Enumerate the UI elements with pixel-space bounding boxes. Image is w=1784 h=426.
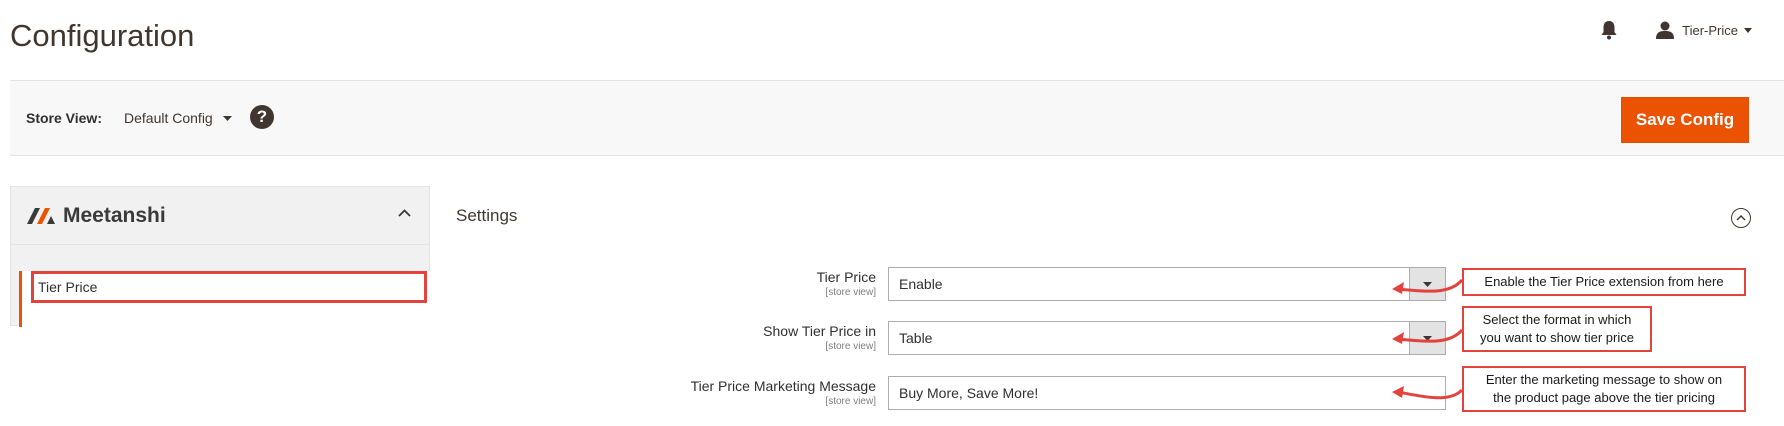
field-label: Show Tier Price in (763, 323, 876, 339)
help-icon[interactable]: ? (250, 105, 274, 129)
store-view-switcher[interactable]: Default Config (124, 110, 232, 126)
field-label-show-tier-price-in: Show Tier Price in [store view] (763, 323, 876, 352)
annotation-text: Select the format in which (1482, 312, 1632, 327)
select-value: Table (899, 330, 933, 346)
annotation-arrow-icon (1392, 386, 1464, 400)
annotation-text: Enter the marketing message to show on (1485, 372, 1723, 387)
annotation-text: you want to show tier price (1480, 330, 1634, 345)
scope-label: [store view] (825, 287, 876, 298)
store-view-label: Store View: (26, 110, 102, 126)
annotation-callout: Enable the Tier Price extension from her… (1462, 268, 1746, 296)
collapse-toggle-icon[interactable] (1731, 208, 1751, 228)
chevron-up-icon[interactable] (398, 209, 411, 217)
field-label-marketing-message: Tier Price Marketing Message [store view… (691, 378, 876, 407)
brand-name: Meetanshi (63, 203, 166, 227)
sidebar-section-header[interactable]: Meetanshi (11, 187, 429, 245)
user-icon (1656, 21, 1675, 39)
sidebar-item-tier-price[interactable]: Tier Price (19, 271, 431, 327)
header-actions: Tier-Price (1600, 20, 1760, 40)
annotation-callout: Select the format in which you want to s… (1462, 306, 1652, 352)
store-view-bar: Store View: Default Config ? Save Config (10, 80, 1784, 156)
field-label: Tier Price (816, 269, 876, 285)
store-view-value: Default Config (124, 110, 213, 126)
field-label-tier-price: Tier Price [store view] (817, 269, 876, 298)
marketing-message-input[interactable]: Buy More, Save More! (888, 376, 1446, 410)
page-title: Configuration (10, 18, 195, 53)
save-config-button[interactable]: Save Config (1621, 97, 1749, 143)
chevron-down-icon (222, 115, 232, 121)
input-value: Buy More, Save More! (899, 385, 1039, 401)
field-label: Tier Price Marketing Message (690, 378, 876, 394)
sidebar-item-label: Tier Price (31, 271, 427, 303)
annotation-callout: Enter the marketing message to show on t… (1462, 366, 1746, 412)
config-sidebar: Meetanshi Tier Price (10, 186, 431, 327)
user-name: Tier-Price (1682, 22, 1738, 38)
brand: Meetanshi (27, 204, 166, 228)
meetanshi-logo-icon (27, 207, 55, 224)
tier-price-select[interactable]: Enable (888, 267, 1446, 301)
chevron-down-icon (1744, 27, 1752, 33)
bell-icon[interactable] (1600, 20, 1618, 40)
annotation-arrow-icon (1392, 328, 1464, 344)
scope-label: [store view] (825, 341, 876, 352)
show-tier-price-in-select[interactable]: Table (888, 321, 1446, 355)
annotation-arrow-icon (1392, 278, 1464, 294)
scope-label: [store view] (825, 396, 876, 407)
select-value: Enable (899, 276, 943, 292)
user-menu[interactable]: Tier-Price (1656, 21, 1760, 39)
annotation-text: Enable the Tier Price extension from her… (1484, 274, 1724, 289)
section-title: Settings (456, 206, 518, 225)
annotation-text: the product page above the tier pricing (1493, 390, 1715, 405)
